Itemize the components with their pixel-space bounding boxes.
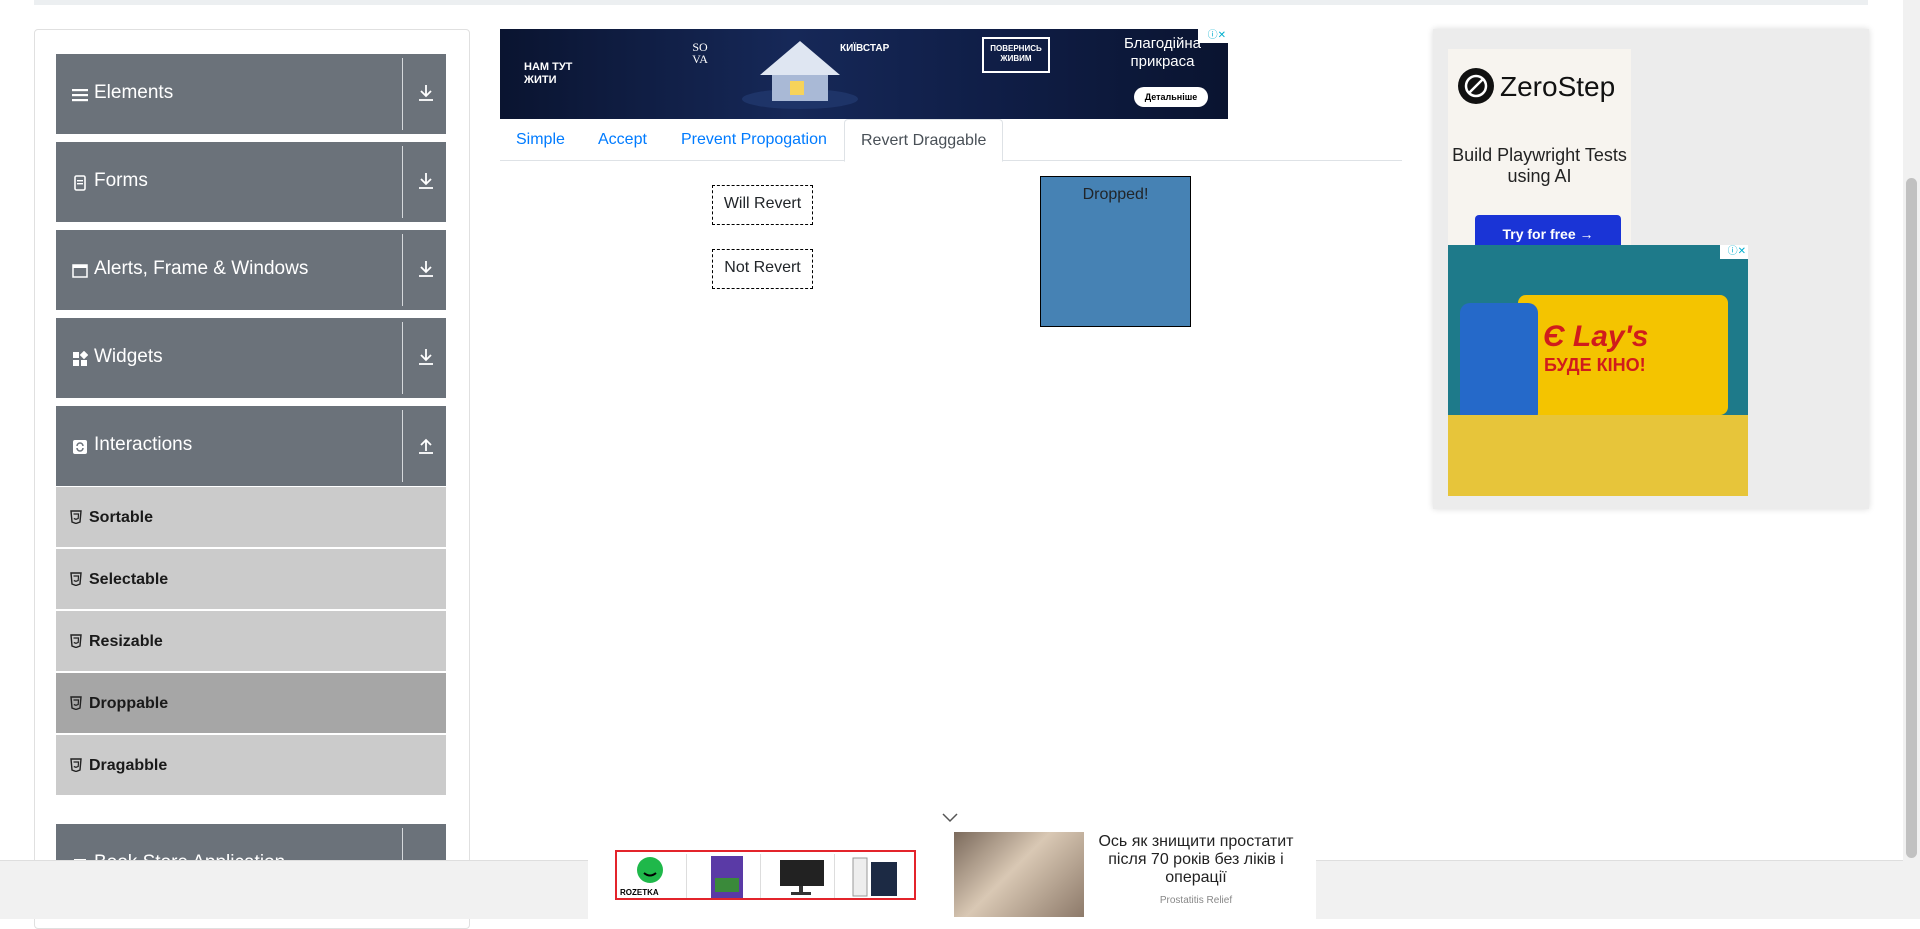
article-headline[interactable]: Ось як знищити простатит після 70 років …: [1084, 833, 1308, 887]
left-panel: Elements Forms Alerts, Frame & Windows W…: [34, 29, 470, 929]
menu-item-label: Droppable: [89, 695, 169, 712]
ad-operator: КИЇВСТАР: [840, 43, 890, 54]
menu-item-resizable[interactable]: Resizable: [56, 611, 446, 673]
rozetka-logo: ROZETKA: [617, 854, 687, 898]
html5-icon: [70, 510, 82, 525]
ad-details-button[interactable]: Детальніше: [1134, 87, 1208, 107]
product-console-image: [839, 854, 909, 898]
zerostep-brand: ZeroStep: [1500, 71, 1616, 102]
divider: [402, 146, 403, 218]
adchoices-icon[interactable]: ⓘ✕: [1720, 245, 1748, 259]
zerostep-tagline: Build Playwright Tests using AI: [1452, 145, 1627, 186]
menu-item-droppable[interactable]: Droppable: [56, 673, 446, 735]
adchoices-icon[interactable]: ⓘ✕: [1198, 29, 1228, 43]
article-image[interactable]: [954, 832, 1084, 917]
menu-item-dragabble[interactable]: Dragabble: [56, 735, 446, 797]
group-label: Widgets: [94, 346, 163, 367]
menu-item-label: Selectable: [89, 571, 169, 588]
html5-icon: [70, 634, 82, 649]
drop-target[interactable]: Dropped!: [1040, 176, 1191, 327]
scrollbar[interactable]: [1903, 0, 1920, 919]
form-icon: [72, 175, 88, 191]
collapse-icon[interactable]: [417, 435, 435, 457]
product-game-image: [691, 854, 761, 898]
menu-item-label: Resizable: [89, 633, 163, 650]
expand-icon[interactable]: [417, 347, 435, 369]
ad-text: НАМ ТУТ ЖИТИ: [524, 61, 573, 86]
ad-badge: ПОВЕРНИСЬ ЖИВИМ: [982, 37, 1050, 73]
html5-icon: [70, 758, 82, 773]
widgets-icon: [72, 350, 89, 367]
group-label: Alerts, Frame & Windows: [94, 258, 309, 279]
html5-icon: [70, 572, 82, 587]
expand-icon[interactable]: [417, 83, 435, 105]
tab-accept[interactable]: Accept: [582, 119, 663, 161]
banner-ad[interactable]: НАМ ТУТ ЖИТИ SO VA КИЇВСТАР ПОВЕРНИСЬ ЖИ…: [500, 29, 1228, 119]
lays-ad[interactable]: Є Lay's БУДЕ КІНО! ⓘ✕: [1448, 245, 1748, 496]
tab-revert-draggable[interactable]: Revert Draggable: [844, 119, 1004, 162]
group-label: Interactions: [94, 434, 193, 455]
interactions-icon: [72, 439, 88, 455]
lays-subtitle: БУДЕ КІНО!: [1544, 355, 1646, 375]
chips-bag-image: [1460, 303, 1538, 423]
right-ad-panel: ZeroStep Build Playwright Tests using AI…: [1433, 29, 1869, 509]
expand-icon[interactable]: [417, 171, 435, 193]
menu-item-sortable[interactable]: Sortable: [56, 487, 446, 549]
tab-simple[interactable]: Simple: [500, 119, 581, 161]
menu-item-label: Sortable: [89, 509, 154, 526]
group-interactions[interactable]: Interactions: [56, 406, 446, 486]
zerostep-ad[interactable]: ZeroStep Build Playwright Tests using AI…: [1448, 49, 1631, 253]
scrollbar-thumb[interactable]: [1906, 178, 1917, 858]
zerostep-logo-icon: [1458, 68, 1494, 104]
group-label: Forms: [94, 170, 148, 191]
top-strip: [34, 0, 1868, 5]
article-source: Prostatitis Relief: [1159, 895, 1233, 906]
divider: [402, 58, 403, 130]
lays-brand: Є Lay's: [1543, 320, 1649, 353]
will-revert-draggable[interactable]: Will Revert: [712, 185, 813, 225]
divider: [402, 410, 403, 482]
rozetka-label: ROZETKA: [620, 888, 659, 897]
html5-icon: [70, 696, 82, 711]
group-alerts[interactable]: Alerts, Frame & Windows: [56, 230, 446, 310]
menu-item-label: Dragabble: [89, 757, 168, 774]
group-elements[interactable]: Elements: [56, 54, 446, 134]
expand-icon[interactable]: [417, 259, 435, 281]
group-label: Elements: [94, 82, 174, 103]
group-widgets[interactable]: Widgets: [56, 318, 446, 398]
list-icon: [72, 87, 88, 103]
divider: [402, 322, 403, 394]
rozetka-ad[interactable]: ROZETKA: [615, 850, 916, 900]
interactions-menu: Sortable Selectable Resizable Droppable …: [56, 487, 446, 797]
ad-brand: SO VA: [692, 40, 708, 66]
drop-target-text: Dropped!: [1082, 186, 1149, 203]
not-revert-draggable[interactable]: Not Revert: [712, 249, 813, 289]
chevron-down-icon[interactable]: [940, 812, 960, 824]
group-forms[interactable]: Forms: [56, 142, 446, 222]
window-icon: [72, 263, 88, 279]
ad-floor: [1448, 415, 1748, 496]
tab-bar: Simple Accept Prevent Propogation Revert…: [500, 119, 1402, 162]
divider: [402, 234, 403, 306]
product-monitor-image: [765, 854, 835, 898]
tab-prevent-propogation[interactable]: Prevent Propogation: [665, 119, 843, 161]
menu-item-selectable[interactable]: Selectable: [56, 549, 446, 611]
